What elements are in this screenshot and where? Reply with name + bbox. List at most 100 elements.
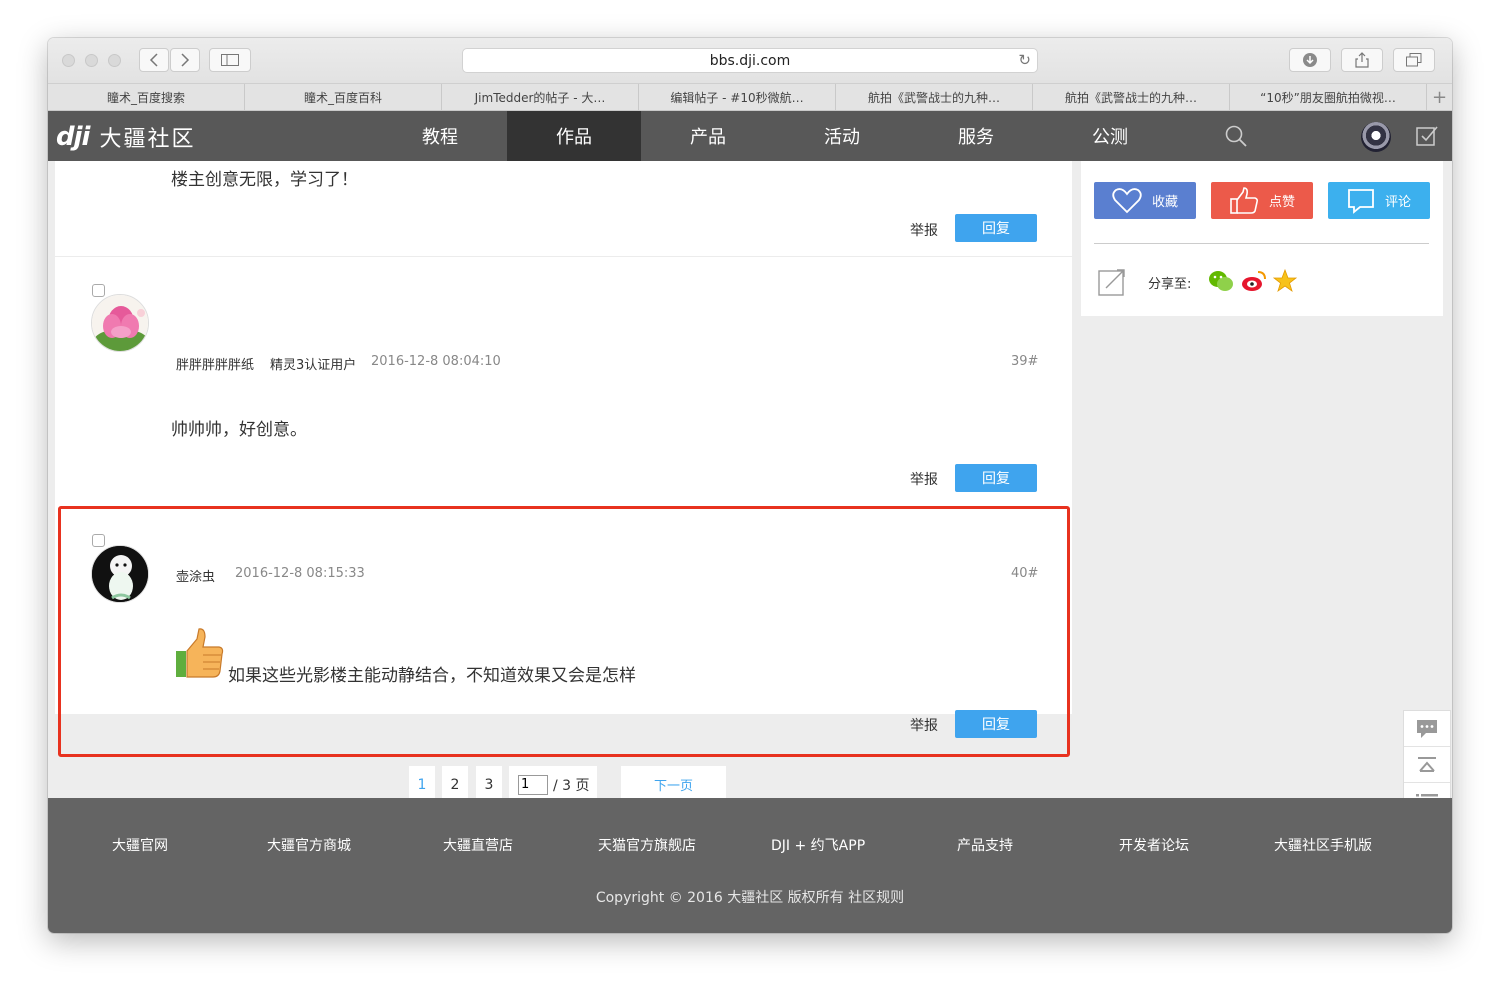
arrow-up-icon xyxy=(1418,756,1436,772)
reply-button[interactable]: 回复 xyxy=(955,464,1037,492)
nav-services[interactable]: 服务 xyxy=(909,111,1043,161)
post-divider xyxy=(55,256,1072,257)
post-time: 2016-12-8 08:15:33 xyxy=(235,566,365,581)
download-icon xyxy=(1303,53,1317,67)
user-badge: 精灵3认证用户 xyxy=(270,358,357,373)
browser-tab[interactable]: JimTedder的帖子 - 大… xyxy=(442,84,639,111)
content-area: 楼主创意无限，学习了！ 举报 回复 胖胖胖胖胖纸 精灵3认证用户 2016-12… xyxy=(48,161,1452,803)
new-tab-button[interactable]: + xyxy=(1427,84,1452,110)
wechat-icon[interactable] xyxy=(1208,269,1234,293)
nav-works[interactable]: 作品 xyxy=(507,111,641,161)
sidebar-icon xyxy=(221,54,239,66)
zoom-window-button[interactable] xyxy=(108,54,121,67)
close-window-button[interactable] xyxy=(62,54,75,67)
reply-button[interactable]: 回复 xyxy=(955,710,1037,738)
feedback-button[interactable] xyxy=(1404,711,1450,747)
back-button[interactable] xyxy=(139,48,169,72)
copyright-text: Copyright © 2016 大疆社区 版权所有 社区规则 xyxy=(595,890,905,906)
footer-link[interactable]: DJI + 约飞APP xyxy=(771,835,865,855)
nav-products[interactable]: 产品 xyxy=(641,111,775,161)
footer-link[interactable]: 大疆直营店 xyxy=(443,835,513,855)
post-checkbox[interactable] xyxy=(92,534,105,547)
author-name[interactable]: 胖胖胖胖胖纸 xyxy=(176,354,254,373)
lotus-avatar-image xyxy=(92,295,148,351)
like-button[interactable]: 点赞 xyxy=(1211,182,1313,219)
tabs-icon xyxy=(1406,53,1422,67)
nav-beta[interactable]: 公测 xyxy=(1043,111,1177,161)
post-list: 楼主创意无限，学习了！ 举报 回复 胖胖胖胖胖纸 精灵3认证用户 2016-12… xyxy=(55,161,1072,738)
browser-tab[interactable]: 航拍《武警战士的九种… xyxy=(836,84,1033,111)
post-text: 如果这些光影楼主能动静结合，不知道效果又会是怎样 xyxy=(228,666,636,686)
footer-link[interactable]: 大疆社区手机版 xyxy=(1274,835,1372,855)
footer-link[interactable]: 开发者论坛 xyxy=(1119,835,1189,855)
nav-tutorials[interactable]: 教程 xyxy=(373,111,507,161)
browser-tab[interactable]: 编辑帖子 - #10秒微航… xyxy=(639,84,836,111)
avatar[interactable] xyxy=(91,294,149,352)
dji-logo: dji xyxy=(56,122,90,152)
favorite-label: 收藏 xyxy=(1151,195,1178,210)
back-to-top-button[interactable] xyxy=(1404,747,1450,783)
browser-tab[interactable]: 航拍《武警战士的九种… xyxy=(1033,84,1230,111)
chevron-right-icon xyxy=(181,53,190,67)
site-logo[interactable]: dji 大疆社区 xyxy=(56,121,195,153)
browser-tab[interactable]: “10秒”朋友圈航拍微视… xyxy=(1230,84,1427,111)
post-actions-card: 收藏 点赞 评论 分享至: xyxy=(1081,161,1443,316)
minimize-window-button[interactable] xyxy=(85,54,98,67)
post-checkbox[interactable] xyxy=(92,284,105,297)
thumbs-up-emoji xyxy=(176,628,224,678)
search-icon[interactable] xyxy=(1224,124,1248,148)
browser-toolbar: bbs.dji.com ↻ xyxy=(48,38,1452,84)
user-avatar[interactable] xyxy=(1361,122,1391,152)
author-name[interactable]: 壶涂虫 xyxy=(176,566,215,585)
post-text: 帅帅帅，好创意。 xyxy=(171,420,307,440)
footer-link[interactable]: 大疆官网 xyxy=(112,835,168,855)
footer-link[interactable]: 大疆官方商城 xyxy=(267,835,351,855)
page-total: / 3 页 xyxy=(553,777,590,794)
favorite-button[interactable]: 收藏 xyxy=(1094,182,1196,219)
reload-icon[interactable]: ↻ xyxy=(1018,51,1031,69)
site-footer: 大疆官网 大疆官方商城 大疆直营店 天猫官方旗舰店 DJI + 约飞APP 产品… xyxy=(48,798,1452,933)
floor-number: 40# xyxy=(1011,566,1039,581)
footer-link[interactable]: 天猫官方旗舰店 xyxy=(598,835,696,855)
post-time: 2016-12-8 08:04:10 xyxy=(371,354,501,369)
card-divider xyxy=(1094,243,1429,244)
floor-number: 39# xyxy=(1011,354,1039,369)
browser-tab[interactable]: 瞳术_百度百科 xyxy=(245,84,442,111)
tab-overview-button[interactable] xyxy=(1393,48,1435,72)
comment-icon xyxy=(1348,188,1374,214)
tab-bar: 瞳术_百度搜索 瞳术_百度百科 JimTedder的帖子 - 大… 编辑帖子 -… xyxy=(48,84,1452,111)
footer-link[interactable]: 产品支持 xyxy=(957,835,1013,855)
thumbs-up-icon xyxy=(1230,186,1259,214)
sidebar-toggle-button[interactable] xyxy=(209,48,251,72)
report-link[interactable]: 举报 xyxy=(910,220,938,240)
chevron-left-icon xyxy=(149,53,158,67)
avatar[interactable] xyxy=(91,545,149,603)
url-text: bbs.dji.com xyxy=(709,52,791,69)
browser-window: bbs.dji.com ↻ 瞳术_百度搜索 瞳术_百度百科 JimTedder的… xyxy=(48,38,1452,933)
site-name: 大疆社区 xyxy=(99,127,196,152)
address-bar[interactable]: bbs.dji.com ↻ xyxy=(462,48,1038,73)
like-label: 点赞 xyxy=(1268,195,1295,210)
chat-bubble-icon xyxy=(1417,719,1437,738)
page-jump-input[interactable] xyxy=(518,774,548,795)
comment-label: 评论 xyxy=(1384,195,1411,210)
weibo-icon[interactable] xyxy=(1241,269,1267,293)
report-link[interactable]: 举报 xyxy=(910,469,938,489)
site-nav: dji 大疆社区 教程 作品 产品 活动 服务 公测 xyxy=(48,111,1452,161)
downloads-button[interactable] xyxy=(1289,48,1331,72)
share-icon xyxy=(1355,52,1369,68)
share-button[interactable] xyxy=(1341,48,1383,72)
reply-button[interactable]: 回复 xyxy=(955,214,1037,242)
edit-share-icon xyxy=(1098,269,1125,296)
comment-button[interactable]: 评论 xyxy=(1328,182,1430,219)
forward-button[interactable] xyxy=(170,48,200,72)
share-label: 分享至: xyxy=(1148,277,1192,292)
qzone-star-icon[interactable] xyxy=(1273,269,1297,293)
nav-events[interactable]: 活动 xyxy=(775,111,909,161)
post-text: 楼主创意无限，学习了！ xyxy=(171,170,358,190)
checkin-icon[interactable] xyxy=(1416,125,1438,147)
heart-icon xyxy=(1112,187,1142,213)
report-link[interactable]: 举报 xyxy=(910,715,938,735)
cartoon-avatar-image xyxy=(92,546,148,602)
browser-tab[interactable]: 瞳术_百度搜索 xyxy=(48,84,245,111)
